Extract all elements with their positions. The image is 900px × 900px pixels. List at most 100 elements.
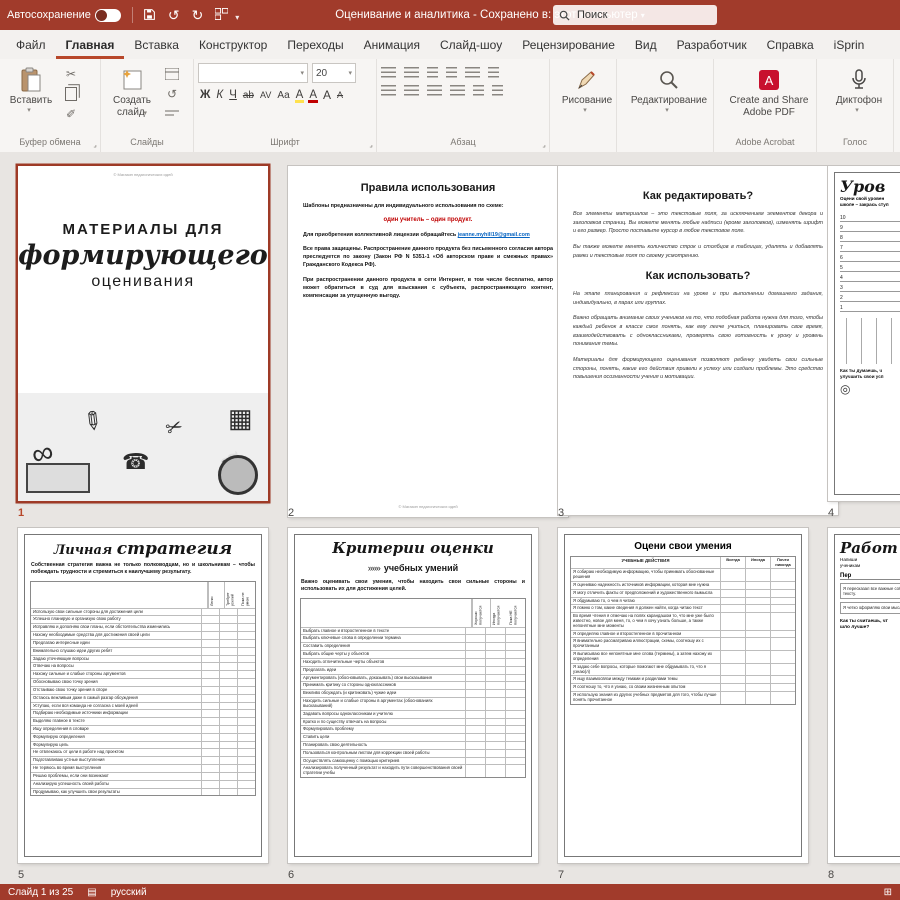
tab-home[interactable]: Главная	[56, 32, 125, 59]
columns-icon[interactable]	[473, 85, 484, 96]
table-cell-empty	[202, 718, 220, 725]
table-row: Формулирую определения	[31, 734, 255, 742]
underline-button[interactable]: Ч	[229, 89, 237, 101]
table-cell-text: Выбрать ключевые слова в определении тер…	[301, 635, 466, 642]
slide-sorter-icon[interactable]: ▾	[209, 8, 245, 22]
slide-thumbnail-8[interactable]: Работ Напишиученикам Пер Я пересказал вс…	[828, 528, 900, 863]
text-direction-icon[interactable]	[488, 67, 499, 78]
table-cell-empty	[238, 749, 255, 756]
tab-review[interactable]: Рецензирование	[512, 32, 625, 59]
table-cell-empty	[466, 643, 486, 650]
create-pdf-button[interactable]: A Create and Share Adobe PDF	[725, 63, 814, 120]
bold-button[interactable]: Ж	[200, 89, 210, 101]
dictate-button[interactable]: Диктофон ▾	[831, 63, 887, 117]
group-label-drawing	[550, 135, 616, 152]
slide-thumbnail-2[interactable]: Правила использования Шаблоны предназнач…	[288, 166, 568, 517]
tab-developer[interactable]: Разработчик	[667, 32, 757, 59]
target-doodle-icon: ◎	[840, 382, 850, 396]
table-cell-empty	[771, 605, 795, 612]
font-name-select[interactable]: ▾	[198, 63, 308, 83]
italic-button[interactable]: К	[216, 89, 223, 101]
table-row: Я оцениваю надежность источников информа…	[571, 582, 795, 590]
table-row: Обосновываю свою точку зрения	[31, 679, 255, 687]
table-cell-empty	[466, 628, 486, 635]
decrease-indent-icon[interactable]	[427, 67, 438, 78]
tab-isprin[interactable]: iSprin	[824, 32, 875, 59]
smartart-convert-icon[interactable]	[492, 85, 503, 96]
table-cell-text: Отвечаю на вопросы	[31, 663, 202, 670]
slide-thumbnail-4[interactable]: Уров Оцени свой уровеншколе – закрась ст…	[828, 166, 900, 501]
search-input[interactable]	[553, 5, 717, 25]
align-left-icon[interactable]	[381, 85, 396, 96]
table-cell-empty	[486, 667, 506, 674]
tab-design[interactable]: Конструктор	[189, 32, 277, 59]
slide-thumbnail-6[interactable]: Критерии оценки »»»учебных умений Важно …	[288, 528, 538, 863]
justify-icon[interactable]	[450, 85, 465, 96]
table-row: Не отвлекаюсь от цели в работе над проек…	[31, 749, 255, 757]
font-color-button[interactable]: А	[309, 89, 317, 101]
table-cell-text: Не теряюсь во время выступления	[31, 765, 202, 772]
table-cell-empty	[238, 757, 255, 764]
increase-indent-icon[interactable]	[446, 67, 457, 78]
slide-thumbnail-5[interactable]: Личная стратегия Собственная стратегия в…	[18, 528, 268, 863]
table-cell-empty	[238, 765, 255, 772]
tab-transitions[interactable]: Переходы	[277, 32, 353, 59]
paste-button[interactable]: Вставить ▾	[4, 63, 58, 117]
autosave-toggle[interactable]	[95, 9, 121, 22]
group-clipboard: Вставить ▾ ✂ ✐ Буфер обмена ⌄	[0, 59, 101, 152]
tab-slideshow[interactable]: Слайд-шоу	[430, 32, 512, 59]
skills-table: УЧЕБНЫЕ ДЕЙСТВИЯ Всегда Иногда Почти ник…	[570, 556, 796, 705]
bullets-icon[interactable]	[381, 67, 396, 78]
strikethrough-button[interactable]: ab	[243, 90, 254, 101]
line-spacing-icon[interactable]	[465, 67, 480, 78]
tab-file[interactable]: Файл	[6, 32, 56, 59]
table-cell-text: Выделяю главное в тексте	[31, 718, 202, 725]
table-cell-empty	[202, 687, 220, 694]
tab-view[interactable]: Вид	[625, 32, 667, 59]
align-right-icon[interactable]	[427, 85, 442, 96]
table-cell-empty	[202, 749, 220, 756]
tab-help[interactable]: Справка	[757, 32, 824, 59]
cut-icon[interactable]: ✂	[62, 66, 80, 82]
char-spacing-button[interactable]: AV	[260, 90, 271, 100]
group-label-clipboard: Буфер обмена	[0, 135, 100, 152]
font-size-select[interactable]: 20▾	[312, 63, 356, 83]
table-cell-empty	[506, 675, 525, 682]
language-indicator[interactable]: русский	[111, 887, 147, 898]
slide-thumbnail-3[interactable]: Как редактировать? Все элементы материал…	[558, 166, 838, 515]
table-cell-empty	[220, 624, 238, 631]
section-icon[interactable]	[163, 106, 181, 122]
view-buttons-icon[interactable]: ⊞	[884, 887, 892, 898]
undo-icon[interactable]: ↺	[162, 8, 186, 22]
layout-icon[interactable]	[163, 66, 181, 82]
slide-thumbnail-1[interactable]: © Магазин педагогических идей МАТЕРИАЛЫ …	[18, 166, 268, 501]
numbering-icon[interactable]	[404, 67, 419, 78]
tab-animations[interactable]: Анимация	[354, 32, 430, 59]
table-cell-empty	[238, 742, 255, 749]
drawing-button[interactable]: Рисование ▾	[557, 63, 617, 117]
save-icon[interactable]	[137, 8, 162, 23]
notes-icon[interactable]: ▤	[87, 887, 96, 898]
table-row: Уступаю, если вся команда не согласна с …	[31, 703, 255, 711]
slide-sorter-canvas[interactable]: © Магазин педагогических идей МАТЕРИАЛЫ …	[0, 152, 900, 884]
table-cell-empty	[220, 609, 238, 616]
clear-formatting-button[interactable]: А	[337, 90, 343, 100]
redo-icon[interactable]: ↻	[186, 8, 210, 22]
slide-thumbnail-7[interactable]: Оцени свои умения УЧЕБНЫЕ ДЕЙСТВИЯ Всегд…	[558, 528, 808, 863]
table-cell-text: Пользоваться контрольным листом для корр…	[301, 750, 466, 757]
editing-button[interactable]: Редактирование ▾	[626, 63, 712, 117]
change-case-button[interactable]: Аа	[277, 90, 289, 101]
table-cell-empty	[486, 758, 506, 765]
reset-slide-icon[interactable]: ↺	[163, 86, 181, 102]
grow-font-button[interactable]: А	[323, 88, 331, 102]
table-cell-empty	[238, 734, 255, 741]
search-field[interactable]	[575, 8, 689, 22]
new-slide-button[interactable]: Создать слайд ▾	[105, 63, 159, 120]
highlight-color-button[interactable]: А	[296, 89, 304, 101]
format-painter-icon[interactable]: ✐	[62, 106, 80, 122]
tab-insert[interactable]: Вставка	[124, 32, 189, 59]
align-center-icon[interactable]	[404, 85, 419, 96]
table-cell-empty	[202, 773, 220, 780]
table-cell-empty	[486, 643, 506, 650]
copy-icon[interactable]	[62, 86, 80, 102]
